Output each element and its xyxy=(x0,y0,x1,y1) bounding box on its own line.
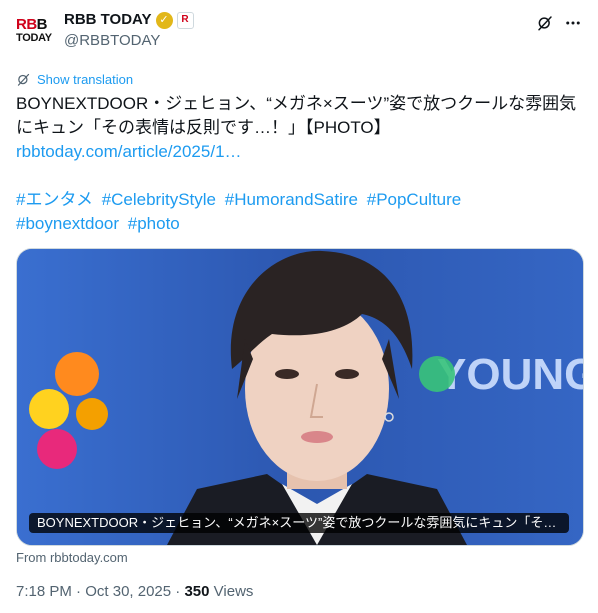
tweet-text: BOYNEXTDOOR・ジェヒョン、“メガネ×スーツ”姿で放つクールな雰囲気 に… xyxy=(16,92,582,236)
affiliate-badge-icon[interactable]: R xyxy=(176,11,194,29)
media-card[interactable]: YOUNG BOYNEXTDOOR・ジェヒョン、“メガネ×スーツ”姿で放つクール… xyxy=(16,248,584,546)
tweet-text-line-1: BOYNEXTDOOR・ジェヒョン、“メガネ×スーツ”姿で放つクールな雰囲気 xyxy=(16,94,577,113)
show-translation-label: Show translation xyxy=(37,72,134,87)
verified-badge-icon[interactable]: ✓ xyxy=(155,11,173,29)
tweet-date[interactable]: Oct 30, 2025 xyxy=(85,583,171,600)
display-name-row: RBB TODAY ✓ R xyxy=(64,10,194,30)
hashtag-link[interactable]: #PopCulture xyxy=(367,190,462,209)
hashtag-link[interactable]: #HumorandSatire xyxy=(225,190,358,209)
tweet-text-line-2: にキュン「その表情は反則です…！」【PHOTO】 xyxy=(16,118,391,137)
tweet-meta: 7:18 PM · Oct 30, 2025 · 350 Views xyxy=(16,583,253,600)
backdrop-text: YOUNG xyxy=(437,350,583,399)
avatar-logo-bottom: TODAY xyxy=(16,31,52,44)
hashtag-link[interactable]: #boynextdoor xyxy=(16,214,119,233)
hashtag-link[interactable]: #CelebrityStyle xyxy=(102,190,216,209)
more-icon[interactable] xyxy=(564,14,582,32)
card-source[interactable]: From rbbtoday.com xyxy=(16,550,128,565)
handle[interactable]: @RBBTODAY xyxy=(64,31,194,51)
avatar[interactable]: RBB TODAY xyxy=(16,10,56,50)
show-translation-button[interactable]: Show translation xyxy=(16,72,133,87)
hashtags-line-2: #boynextdoor #photo xyxy=(16,212,582,236)
avatar-logo-top: RBB xyxy=(16,15,48,33)
grok-icon[interactable] xyxy=(536,14,554,32)
article-link[interactable]: rbbtoday.com/article/2025/1… xyxy=(16,142,242,161)
media-caption: BOYNEXTDOOR・ジェヒョン、“メガネ×スーツ”姿で放つクールな雰囲気にキ… xyxy=(29,513,569,533)
meta-separator: · xyxy=(76,583,86,600)
display-name[interactable]: RBB TODAY xyxy=(64,10,152,30)
account-names: RBB TODAY ✓ R @RBBTODAY xyxy=(64,10,194,51)
tweet-header: RBB TODAY RBB TODAY ✓ R @RBBTODAY xyxy=(16,10,582,54)
hashtag-link[interactable]: #エンタメ xyxy=(16,190,93,209)
translate-icon xyxy=(17,73,30,86)
views-count: 350 xyxy=(184,583,210,600)
tweet-time[interactable]: 7:18 PM xyxy=(16,583,72,600)
views-label: Views xyxy=(213,583,254,600)
hashtags-line-1: #エンタメ #CelebrityStyle #HumorandSatire #P… xyxy=(16,188,582,212)
article-photo: YOUNG xyxy=(17,249,583,545)
hashtag-link[interactable]: #photo xyxy=(128,214,180,233)
